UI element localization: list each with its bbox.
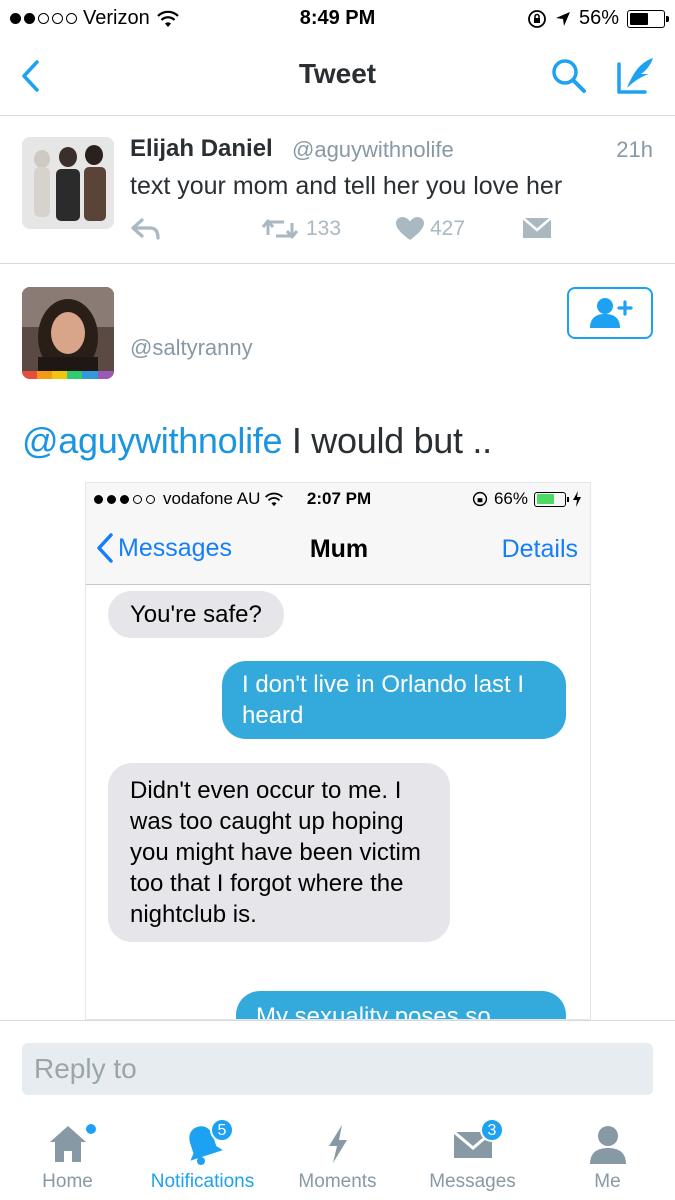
author-name[interactable]: Elijah Daniel (130, 135, 273, 163)
author-handle[interactable]: @saltyranny (130, 335, 253, 361)
follow-button[interactable] (567, 287, 653, 339)
photo-status-bar: vodafone AU 2:07 PM 66% (86, 483, 590, 515)
message-bubble-incoming: Didn't even occur to me. I was too caugh… (108, 763, 450, 942)
tab-notifications[interactable]: 5 Notifications (135, 1110, 270, 1200)
retweet-icon (261, 219, 299, 239)
tab-home[interactable]: Home (0, 1110, 135, 1200)
tab-bar: Home 5 Notifications Moments 3 Messages … (0, 1110, 675, 1200)
avatar-photo-icon (22, 287, 114, 379)
location-arrow-icon (555, 11, 570, 26)
tab-label: Notifications (150, 1171, 255, 1192)
message-bubble-outgoing: My sexuality poses so... (236, 991, 566, 1019)
notification-badge: 5 (210, 1118, 234, 1142)
photo-messages-nav: Messages Mum Details (86, 515, 590, 585)
home-icon (49, 1126, 86, 1162)
nav-bar: Tweet (0, 38, 675, 116)
author-handle[interactable]: @aguywithnolife (292, 137, 454, 163)
reply-tweet-text: @aguywithnolife I would but .. (22, 420, 492, 462)
reply-composer (0, 1020, 675, 1110)
person-icon (589, 1126, 626, 1164)
tab-label: Me (594, 1171, 621, 1192)
like-count: 427 (430, 217, 466, 240)
reply-icon (131, 218, 160, 240)
battery-fill (630, 12, 648, 25)
direct-message-button[interactable] (522, 217, 552, 239)
status-right: 56% (527, 7, 669, 30)
tweet-timestamp: 21h (616, 137, 653, 162)
heart-icon (396, 217, 424, 240)
avatar-photo-icon (22, 137, 114, 229)
tweet-photo[interactable]: vodafone AU 2:07 PM 66% Messages Mum Det… (85, 482, 591, 1020)
status-bar: Verizon 8:49 PM 56% (0, 0, 675, 38)
retweet-count: 133 (306, 217, 342, 240)
photo-details-link: Details (501, 535, 578, 563)
tab-moments[interactable]: Moments (270, 1110, 405, 1200)
lightning-icon (328, 1125, 347, 1163)
envelope-icon (522, 217, 552, 238)
message-bubble-incoming: You're safe? (108, 591, 284, 638)
new-content-dot (86, 1124, 96, 1134)
rotation-lock-icon (528, 9, 546, 28)
photo-battery-percent: 66% (493, 489, 528, 508)
tweet-text: text your mom and tell her you love her (130, 172, 563, 200)
tweet-actions: 133 427 (130, 217, 650, 247)
battery-icon (627, 9, 669, 28)
message-bubble-outgoing: I don't live in Orlando last I heard (222, 661, 566, 739)
retweet-button[interactable]: 133 (260, 217, 341, 241)
add-user-icon (590, 298, 633, 328)
avatar[interactable] (22, 137, 114, 229)
tab-messages[interactable]: 3 Messages (405, 1110, 540, 1200)
avatar[interactable] (22, 287, 114, 379)
tab-label: Moments (298, 1171, 377, 1192)
tab-label: Messages (429, 1171, 516, 1192)
reply-body: I would but .. (282, 420, 492, 461)
original-tweet[interactable]: Elijah Daniel @aguywithnolife 21h text y… (0, 117, 675, 264)
charging-bolt-icon (573, 491, 581, 507)
battery-fill (536, 494, 555, 504)
mention-link[interactable]: @aguywithnolife (22, 420, 283, 461)
reply-button[interactable] (130, 217, 162, 241)
battery-percent: 56% (578, 7, 619, 29)
search-icon[interactable] (549, 56, 589, 96)
tab-me[interactable]: Me (540, 1110, 675, 1200)
tab-label: Home (42, 1171, 93, 1192)
rotation-lock-icon (472, 491, 488, 507)
like-button[interactable]: 427 (396, 217, 465, 241)
battery-icon (534, 491, 569, 507)
messages-badge: 3 (480, 1118, 504, 1142)
reply-input[interactable] (22, 1043, 653, 1095)
compose-tweet-icon[interactable] (615, 54, 657, 96)
photo-status-right: 66% (472, 489, 582, 509)
